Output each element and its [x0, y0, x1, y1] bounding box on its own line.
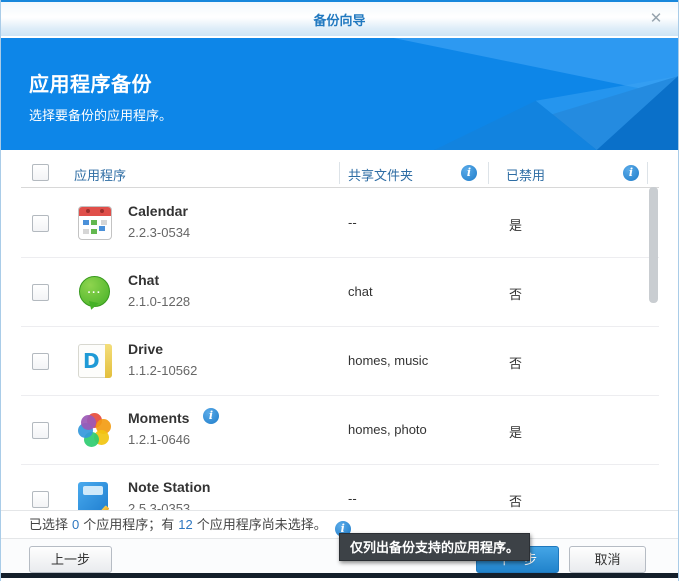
app-name: Moments — [128, 410, 190, 426]
app-version: 2.1.0-1228 — [128, 294, 190, 309]
dialog-title: 备份向导 — [313, 10, 365, 29]
column-header-disabled[interactable]: 已禁用 — [506, 165, 545, 184]
app-version: 2.2.3-0534 — [128, 225, 190, 240]
app-name: Drive — [128, 341, 197, 357]
app-version: 2.5.3-0353 — [128, 501, 210, 510]
app-name: Chat — [128, 272, 190, 288]
moments-info-icon[interactable]: i — [203, 408, 219, 424]
column-header-app[interactable]: 应用程序 — [74, 165, 126, 184]
app-version: 1.2.1-0646 — [128, 432, 190, 447]
row-checkbox[interactable] — [32, 491, 49, 508]
cancel-button[interactable]: 取消 — [569, 546, 646, 573]
row-checkbox[interactable] — [32, 353, 49, 370]
disabled-value: 否 — [509, 284, 522, 303]
disabled-value: 是 — [509, 422, 522, 441]
disabled-value: 是 — [509, 215, 522, 234]
tooltip: 仅列出备份支持的应用程序。 — [339, 533, 530, 561]
note-station-app-icon — [78, 482, 108, 510]
page-subtitle: 选择要备份的应用程序。 — [29, 105, 172, 124]
app-name: Note Station — [128, 479, 210, 495]
select-all-checkbox[interactable] — [32, 164, 49, 181]
backup-wizard-dialog: 备份向导 ✕ 应用程序备份 选择要备份的应用程序。 应用程序 共享文件夹 i 已… — [0, 0, 679, 581]
selected-count: 0 — [72, 517, 79, 532]
status-text: 个应用程序；有 — [83, 517, 174, 532]
chat-app-icon: ··· — [78, 275, 112, 309]
scrollbar-thumb[interactable] — [649, 187, 658, 303]
column-divider — [339, 162, 340, 184]
row-checkbox[interactable] — [32, 284, 49, 301]
row-checkbox[interactable] — [32, 215, 49, 232]
close-icon[interactable]: ✕ — [647, 10, 665, 28]
disabled-value: 否 — [509, 491, 522, 510]
previous-button[interactable]: 上一步 — [29, 546, 112, 573]
column-divider — [488, 162, 489, 184]
page-title: 应用程序备份 — [29, 68, 172, 97]
calendar-app-icon — [78, 206, 112, 240]
table-row[interactable]: ··· Chat 2.1.0-1228 chat 否 — [21, 258, 659, 327]
shared-folder-value: homes, photo — [348, 422, 427, 437]
table-row[interactable]: Moments 1.2.1-0646 i homes, photo 是 — [21, 396, 659, 465]
app-list: Calendar 2.2.3-0534 -- 是 ··· Chat 2.1.0-… — [21, 189, 659, 510]
drive-app-icon: D — [78, 344, 112, 378]
disabled-info-icon[interactable]: i — [623, 165, 639, 181]
shared-folder-value: -- — [348, 491, 357, 506]
row-checkbox[interactable] — [32, 422, 49, 439]
unselected-count: 12 — [178, 517, 192, 532]
app-version: 1.1.2-10562 — [128, 363, 197, 378]
status-text: 已选择 — [29, 517, 68, 532]
wizard-banner: 应用程序备份 选择要备份的应用程序。 — [1, 38, 678, 150]
moments-app-icon — [78, 413, 112, 447]
table-row[interactable]: Note Station 2.5.3-0353 -- 否 — [21, 465, 659, 510]
app-name: Calendar — [128, 203, 190, 219]
table-header: 应用程序 共享文件夹 i 已禁用 i — [21, 158, 659, 188]
table-row[interactable]: Calendar 2.2.3-0534 -- 是 — [21, 189, 659, 258]
table-row[interactable]: D Drive 1.1.2-10562 homes, music 否 — [21, 327, 659, 396]
status-text: 个应用程序尚未选择。 — [197, 517, 327, 532]
shared-folder-value: homes, music — [348, 353, 428, 368]
disabled-value: 否 — [509, 353, 522, 372]
column-divider — [647, 162, 648, 184]
shared-folder-value: -- — [348, 215, 357, 230]
column-header-shared-folder[interactable]: 共享文件夹 — [348, 165, 413, 184]
title-bar: 备份向导 ✕ — [1, 0, 678, 36]
window-bottom-edge — [1, 573, 678, 578]
shared-folder-info-icon[interactable]: i — [461, 165, 477, 181]
shared-folder-value: chat — [348, 284, 373, 299]
